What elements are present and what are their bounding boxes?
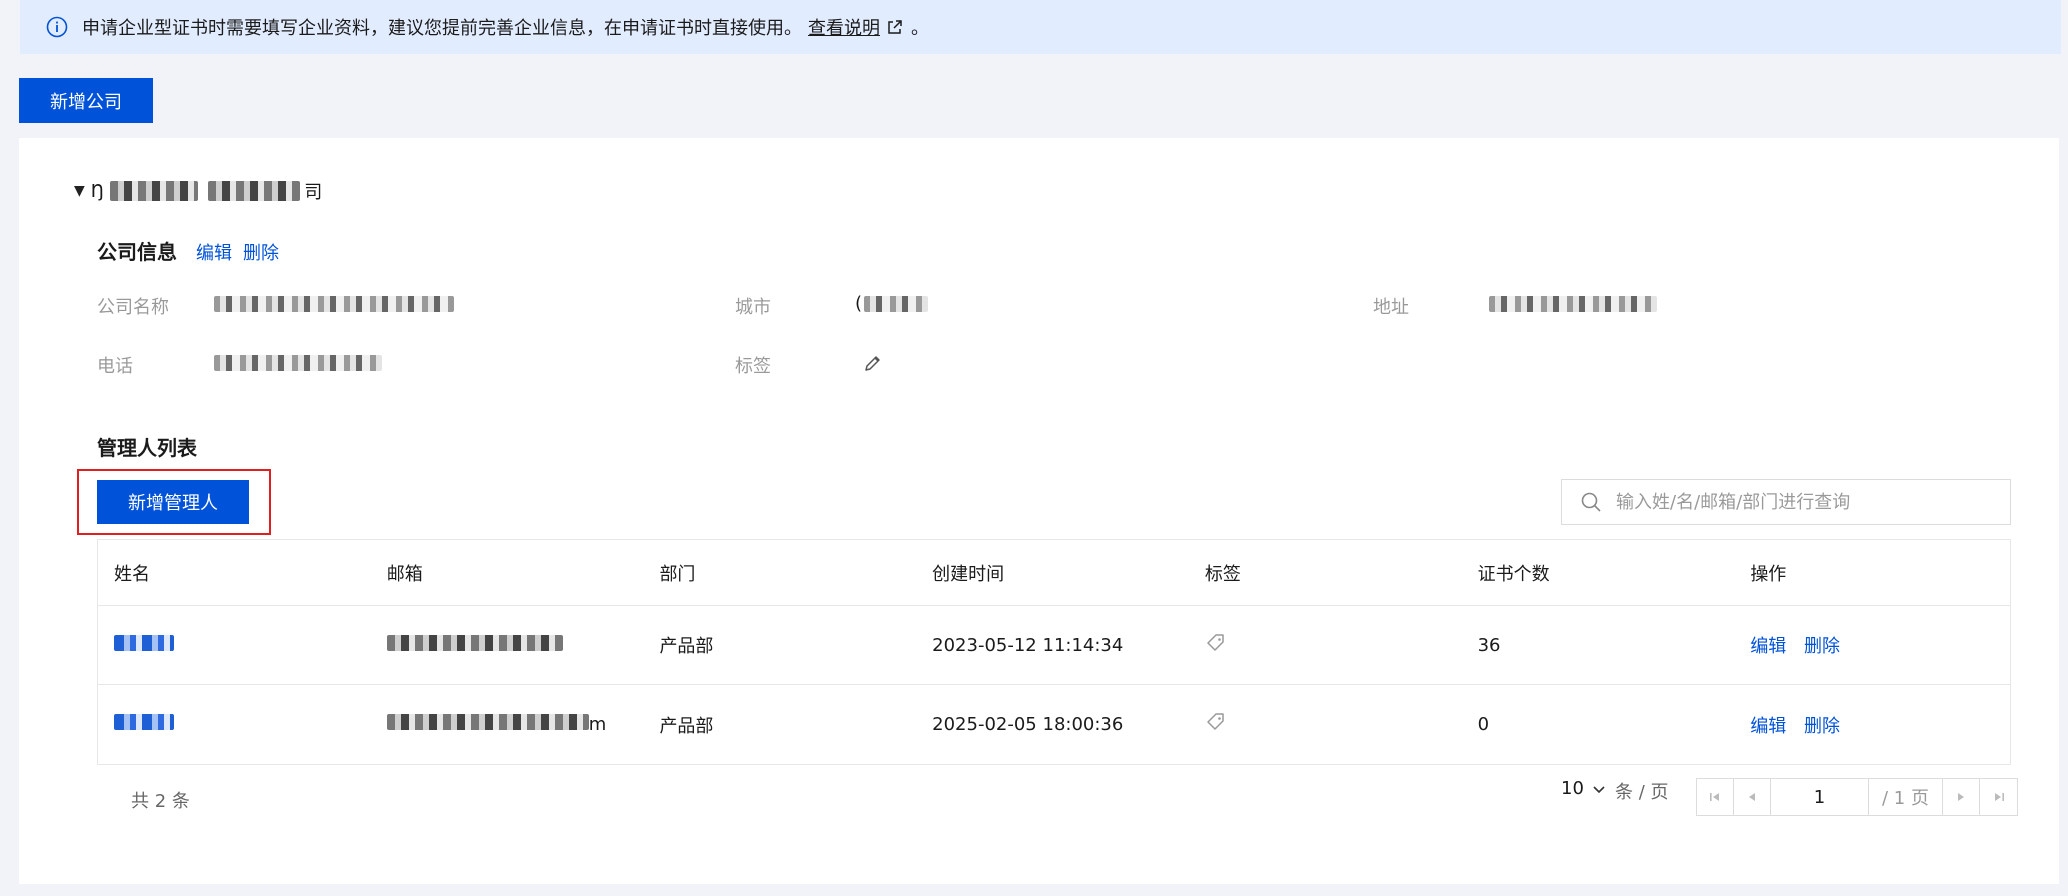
delete-company-link[interactable]: 删除 bbox=[243, 239, 279, 265]
cell-tags bbox=[1189, 632, 1462, 659]
page-size-select[interactable]: 10 bbox=[1561, 778, 1606, 799]
tags-label: 标签 bbox=[735, 356, 771, 377]
notice-help-link[interactable]: 查看说明 bbox=[808, 14, 880, 40]
table-row: 产品部 2023-05-12 11:14:34 36 编辑 删除 bbox=[98, 606, 2010, 685]
cell-actions: 编辑 删除 bbox=[1734, 632, 2010, 658]
email-redacted bbox=[386, 714, 589, 730]
tag-icon[interactable] bbox=[1205, 711, 1227, 733]
column-header-actions: 操作 bbox=[1750, 563, 1787, 585]
column-header-email: 邮箱 bbox=[386, 563, 423, 585]
company-name-value bbox=[214, 296, 454, 312]
delete-admin-link[interactable]: 删除 bbox=[1804, 636, 1840, 657]
column-header-department: 部门 bbox=[659, 563, 696, 585]
next-page-button[interactable] bbox=[1943, 779, 1980, 815]
company-name-suffix: 司 bbox=[304, 182, 323, 203]
city-redacted bbox=[864, 296, 929, 312]
city-value: ( bbox=[855, 293, 929, 314]
prev-page-button[interactable] bbox=[1734, 779, 1771, 815]
edit-company-link[interactable]: 编辑 bbox=[196, 239, 232, 265]
cell-created: 2025-02-05 18:00:36 bbox=[932, 714, 1124, 735]
cell-department: 产品部 bbox=[659, 715, 714, 737]
page-size-value: 10 bbox=[1561, 778, 1584, 799]
next-page-icon bbox=[1958, 793, 1964, 801]
notice-bar: 申请企业型证书时需要填写企业资料，建议您提前完善企业信息，在申请证书时直接使用。… bbox=[20, 0, 2061, 54]
caret-down-icon[interactable]: ▼ bbox=[74, 183, 85, 199]
last-page-icon bbox=[1994, 793, 2004, 801]
company-name-redacted bbox=[208, 181, 301, 201]
add-admin-button[interactable]: 新增管理人 bbox=[97, 480, 249, 524]
cell-tags bbox=[1189, 711, 1462, 738]
total-pages: / 1 页 bbox=[1869, 779, 1943, 815]
cell-department: 产品部 bbox=[659, 636, 714, 657]
company-info-title: 公司信息 bbox=[97, 240, 177, 264]
edit-tags-pencil-icon[interactable] bbox=[862, 352, 884, 374]
notice-text: 申请企业型证书时需要填写企业资料，建议您提前完善企业信息，在申请证书时直接使用。 bbox=[82, 18, 802, 39]
pagination-controls: / 1 页 bbox=[1696, 778, 2018, 816]
search-icon bbox=[1580, 491, 1602, 513]
cell-email: m bbox=[371, 714, 644, 735]
first-page-button[interactable] bbox=[1697, 779, 1734, 815]
edit-admin-link[interactable]: 编辑 bbox=[1750, 716, 1786, 737]
email-redacted bbox=[386, 634, 563, 651]
company-name-redacted bbox=[110, 181, 199, 201]
notice-tail: 。 bbox=[911, 18, 929, 39]
city-prefix: ( bbox=[855, 293, 863, 314]
admin-name-redacted[interactable] bbox=[114, 714, 174, 730]
delete-admin-link[interactable]: 删除 bbox=[1804, 716, 1840, 737]
table-header-row: 姓名 邮箱 部门 创建时间 标签 证书个数 操作 bbox=[98, 540, 2010, 606]
city-label: 城市 bbox=[735, 297, 771, 318]
company-name-label: 公司名称 bbox=[97, 297, 169, 318]
company-panel: ▼ Ŋ 司 公司信息 编辑 删除 公司名称 城市 ( 地址 电话 标签 管理人列… bbox=[19, 138, 2059, 884]
page-number-input[interactable] bbox=[1771, 779, 1869, 815]
info-icon bbox=[46, 16, 68, 38]
admin-search-box[interactable] bbox=[1561, 479, 2011, 525]
cell-created: 2023-05-12 11:14:34 bbox=[932, 634, 1124, 656]
add-company-button[interactable]: 新增公司 bbox=[19, 78, 153, 123]
column-header-cert-count: 证书个数 bbox=[1477, 563, 1550, 585]
admin-search-input[interactable] bbox=[1616, 491, 1986, 513]
table-row: m 产品部 2025-02-05 18:00:36 0 编辑 删除 bbox=[98, 685, 2010, 764]
company-name-prefix: Ŋ bbox=[90, 180, 105, 202]
company-header[interactable]: ▼ Ŋ 司 bbox=[74, 178, 322, 204]
first-page-icon bbox=[1710, 793, 1719, 801]
admin-list-title: 管理人列表 bbox=[97, 436, 197, 460]
external-link-icon[interactable] bbox=[886, 19, 903, 36]
chevron-down-icon bbox=[1592, 782, 1606, 796]
column-header-tags: 标签 bbox=[1204, 563, 1241, 585]
address-label: 地址 bbox=[1373, 297, 1409, 318]
column-header-name: 姓名 bbox=[114, 563, 150, 585]
page-size-unit: 条 / 页 bbox=[1615, 782, 1669, 803]
cell-cert-count: 0 bbox=[1477, 714, 1490, 735]
column-header-created: 创建时间 bbox=[932, 563, 1005, 585]
admin-name-redacted[interactable] bbox=[114, 634, 174, 651]
cell-cert-count: 36 bbox=[1477, 634, 1501, 656]
phone-label: 电话 bbox=[97, 356, 133, 377]
cell-name[interactable] bbox=[98, 634, 371, 656]
cell-name[interactable] bbox=[98, 714, 371, 735]
address-value bbox=[1489, 296, 1657, 312]
prev-page-icon bbox=[1749, 793, 1755, 801]
total-count: 共 2 条 bbox=[131, 791, 190, 812]
email-suffix: m bbox=[588, 714, 607, 735]
edit-admin-link[interactable]: 编辑 bbox=[1750, 636, 1786, 657]
admin-table: 姓名 邮箱 部门 创建时间 标签 证书个数 操作 产品部 2023-05-12 … bbox=[97, 539, 2011, 765]
tag-icon[interactable] bbox=[1205, 632, 1227, 654]
phone-value bbox=[214, 355, 382, 371]
cell-email bbox=[371, 634, 644, 656]
last-page-button[interactable] bbox=[1980, 779, 2017, 815]
cell-actions: 编辑 删除 bbox=[1734, 712, 2010, 738]
